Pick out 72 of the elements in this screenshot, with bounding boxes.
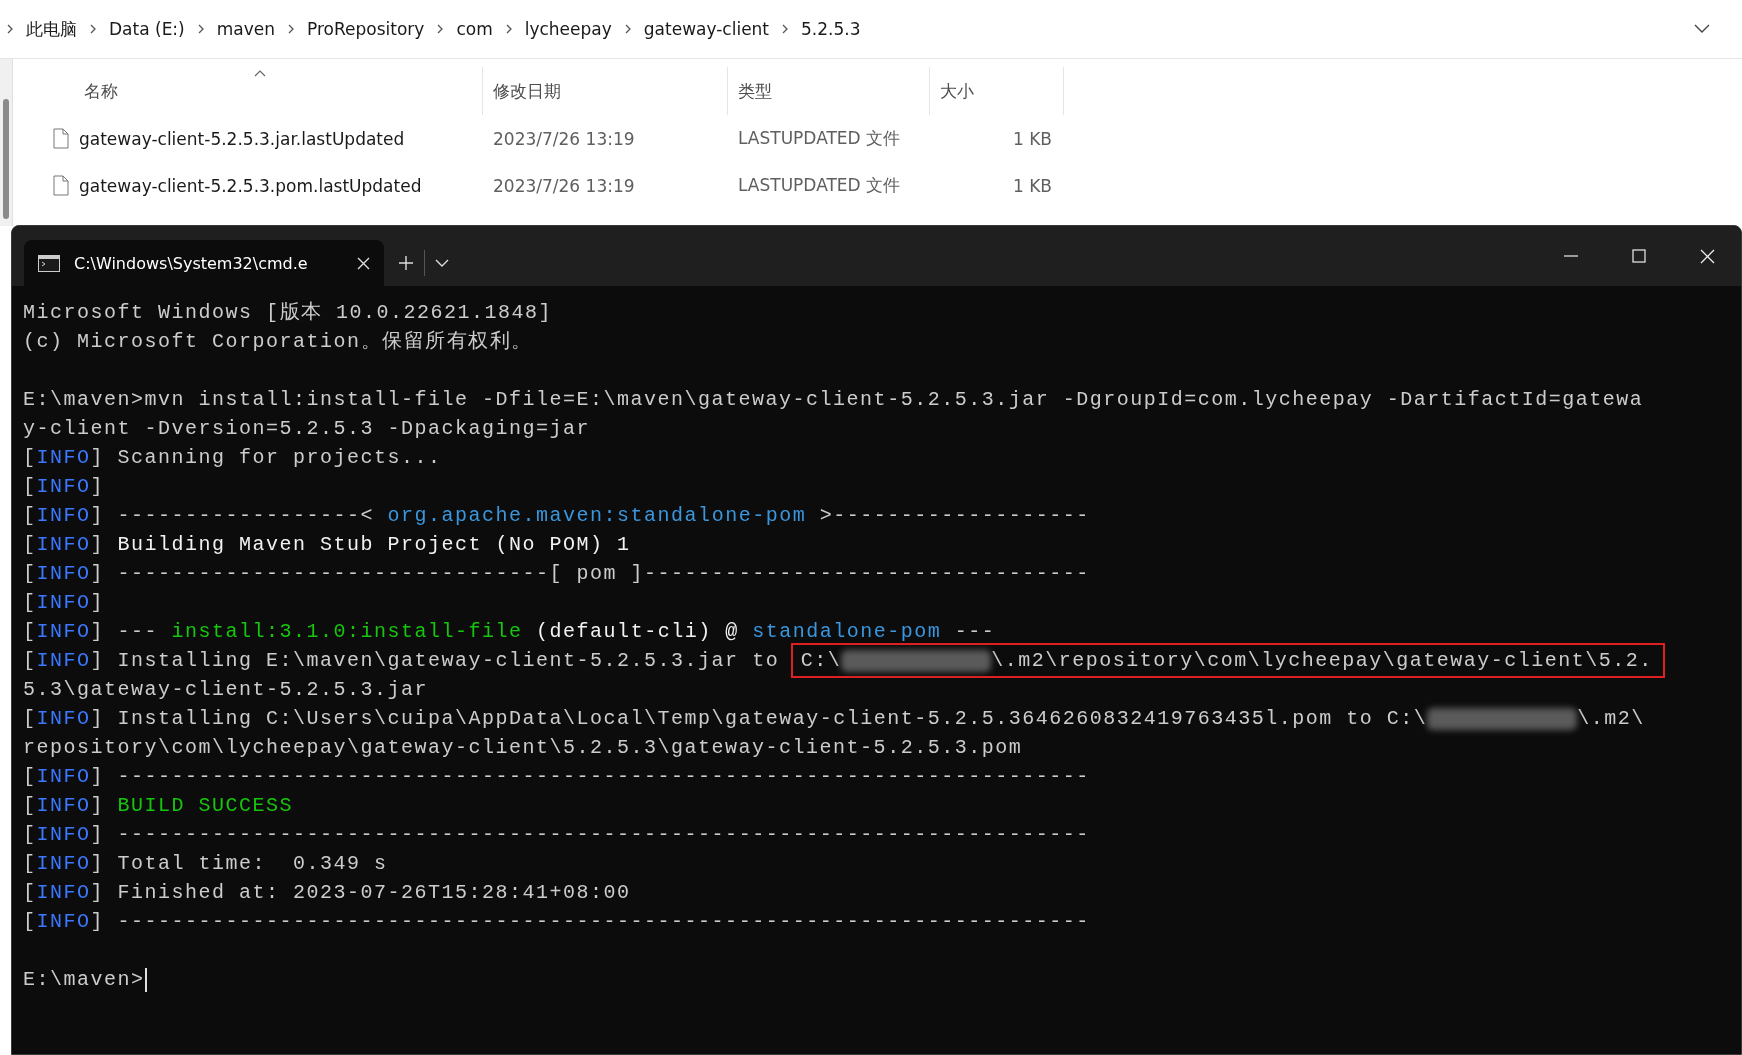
chevron-right-icon: [89, 23, 97, 35]
chevron-right-icon: [504, 23, 513, 35]
terminal-line: 5.3\gateway-client-5.2.5.3.jar: [23, 677, 429, 703]
terminal-line: [INFO] BUILD SUCCESS: [23, 793, 294, 819]
terminal-line: [INFO] Scanning for projects...: [23, 445, 442, 471]
terminal-line: E:\maven>mvn install:install-file -Dfile=E:\maven\gateway-client-5.2.5.3.jar -DgroupId=com.lycheepay -DartifactId=gatewa: [23, 387, 1644, 413]
file-icon: [53, 175, 69, 196]
sort-caret-icon: [253, 70, 266, 77]
terminal-line: repository\com\lycheepay\gateway-client\5.2.5.3\gateway-client-5.2.5.3.pom: [23, 735, 1023, 761]
column-header[interactable]: 名称: [25, 67, 483, 115]
breadcrumb-item[interactable]: Data (E:): [109, 19, 185, 39]
new-tab-button[interactable]: [398, 255, 414, 271]
chevron-down-icon[interactable]: [1694, 24, 1710, 34]
plus-icon: [398, 255, 414, 271]
file-size: 1 KB: [1012, 128, 1052, 149]
terminal-line: [INFO] Total time: 0.349 s: [23, 851, 388, 877]
file-name[interactable]: gateway-client-5.2.5.3.jar.lastUpdated: [79, 128, 405, 149]
breadcrumb-item[interactable]: 此电脑: [26, 17, 77, 41]
chevron-right-icon: [436, 23, 445, 35]
close-icon: [1699, 248, 1715, 264]
file-type: LASTUPDATED 文件: [738, 128, 901, 148]
column-header[interactable]: 类型: [728, 67, 930, 115]
terminal-text: ] Installing E:\maven\gateway-client-5.2.5.3.jar to: [90, 648, 781, 674]
file-icon: [53, 128, 69, 149]
terminal-line: y-client -Dversion=5.2.5.3 -Dpackaging=jar: [23, 416, 591, 442]
terminal-line: Microsoft Windows [版本 10.0.22621.1848]: [23, 300, 553, 326]
column-header[interactable]: 修改日期: [483, 67, 728, 115]
modified-date: 2023/7/26 13:19: [493, 175, 635, 196]
breadcrumb-item[interactable]: gateway-client: [643, 19, 770, 39]
breadcrumb-item[interactable]: 5.2.5.3: [801, 19, 861, 39]
terminal-line: E:\maven>: [23, 967, 145, 993]
terminal-line: [INFO] ------------------------------------------------------------------------: [23, 822, 1090, 848]
file-size: 1 KB: [1012, 175, 1052, 196]
terminal-text: \.m2\repository\com\lycheepay\gateway-client\5.2.: [991, 648, 1653, 674]
modified-date: 2023/7/26 13:19: [493, 128, 635, 149]
close-icon[interactable]: [357, 256, 370, 270]
file-type: LASTUPDATED 文件: [738, 175, 901, 195]
breadcrumb-item[interactable]: lycheepay: [524, 19, 612, 39]
chevron-right-icon: [781, 23, 790, 35]
minimize-icon: [1564, 255, 1578, 257]
chevron-right-icon: [196, 23, 205, 35]
breadcrumb-item[interactable]: ProRepository: [307, 19, 425, 39]
terminal-line: [INFO]: [23, 590, 105, 616]
maximize-icon: [1632, 249, 1646, 263]
terminal-text: C:\: [800, 648, 842, 674]
breadcrumb-item[interactable]: com: [456, 19, 493, 39]
terminal-line: [INFO] ------------------------------------------------------------------------: [23, 764, 1090, 790]
terminal-line: [INFO] --- install:3.1.0:install-file (default-cli) @ standalone-pom ---: [23, 619, 996, 645]
terminal-text: ] Installing C:\Users\cuipa\AppData\Local\Temp\gateway-client-5.2.5.3646260832419763435l.pom to C:\: [90, 706, 1428, 732]
terminal-text: [: [23, 648, 37, 674]
terminal-text: [: [23, 706, 37, 732]
terminal-line: (c) Microsoft Corporation。保留所有权利。: [23, 329, 533, 355]
console-icon: [38, 254, 60, 272]
terminal-text: INFO: [36, 648, 91, 674]
terminal-line: [INFO] Building Maven Stub Project (No POM) 1: [23, 532, 631, 558]
terminal-text: INFO: [36, 706, 91, 732]
terminal-tab[interactable]: C:\Windows\System32\cmd.e: [24, 240, 384, 286]
file-name[interactable]: gateway-client-5.2.5.3.pom.lastUpdated: [79, 175, 422, 196]
terminal-line: [INFO] --------------------------------[ pom ]---------------------------------: [23, 561, 1090, 587]
chevron-right-icon: [287, 23, 295, 35]
terminal-line: [INFO] ------------------------------------------------------------------------: [23, 909, 1090, 935]
terminal-line: [INFO]: [23, 474, 105, 500]
terminal-line: [INFO] ------------------< org.apache.maven:standalone-pom >-------------------: [23, 503, 1090, 529]
chevron-down-icon: [435, 258, 449, 268]
scrollbar-thumb[interactable]: [3, 99, 9, 219]
chevron-right-icon: [623, 23, 632, 35]
column-header[interactable]: 大小: [930, 67, 1064, 115]
breadcrumb-item[interactable]: maven: [216, 19, 275, 39]
terminal-text: \.m2\: [1577, 706, 1645, 732]
chevron-right-icon: [6, 23, 14, 35]
dropdown-button[interactable]: [435, 258, 449, 268]
terminal-line: [INFO] Finished at: 2023-07-26T15:28:41+08:00: [23, 880, 631, 906]
